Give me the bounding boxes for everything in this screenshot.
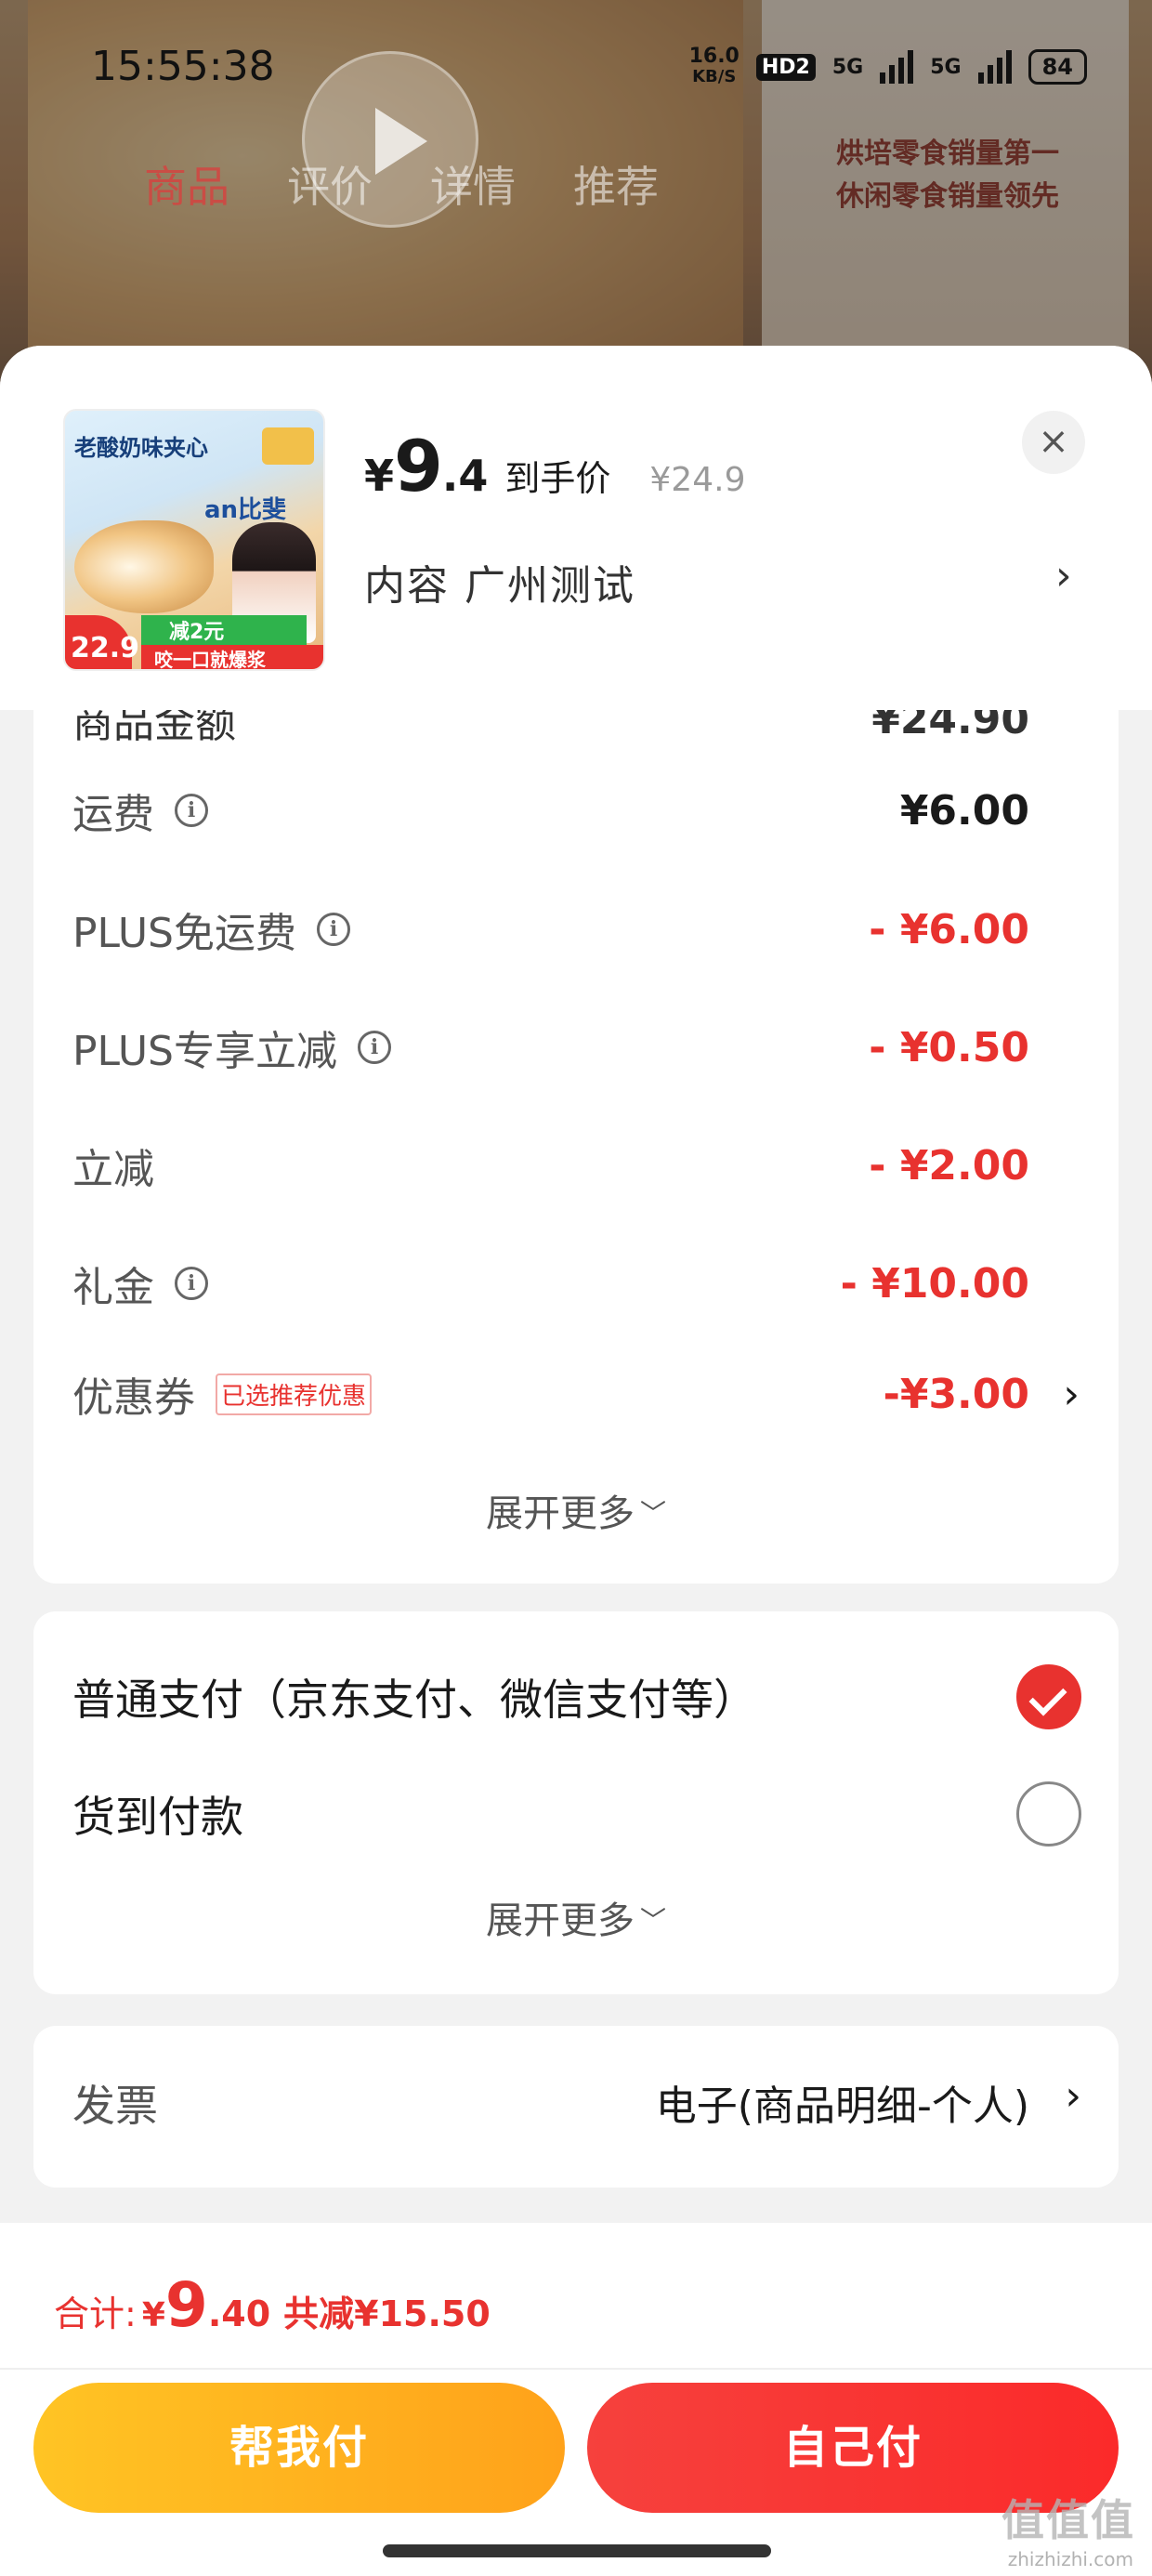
close-button[interactable]: ×	[1022, 411, 1085, 474]
product-tabs: 商品 评价 详情 推荐	[144, 153, 659, 215]
original-price: ¥24.9	[649, 461, 746, 499]
order-total: 合计: ¥ 9 .40 共减¥15.50	[54, 2269, 491, 2341]
price-row-value: -¥3.00	[883, 1370, 1029, 1418]
status-icons: 16.0 KB/S HD2 5G 5G 84	[689, 46, 1087, 87]
thumb-slogan: 咬一口就爆浆	[141, 645, 323, 669]
total-saved: 共减¥15.50	[283, 2293, 491, 2334]
payment-option-normal[interactable]: 普通支付（京东支付、微信支付等）	[72, 1660, 1081, 1734]
price-row-label: PLUS免运费	[72, 910, 296, 957]
thumb-award-badge	[262, 427, 314, 465]
total-decimal: .40	[207, 2293, 271, 2334]
price-row-value: - ¥10.00	[840, 1259, 1029, 1308]
tab-reviews: 评价	[287, 162, 373, 212]
price-row-label: 立减	[72, 1146, 154, 1193]
product-thumbnail[interactable]: 老酸奶味夹心 an比斐 22.9 减2元 咬一口就爆浆	[63, 409, 325, 671]
radio-checked-icon[interactable]	[1016, 1664, 1081, 1729]
price-row-label: 礼金	[72, 1264, 154, 1311]
chevron-right-icon[interactable]: ›	[1063, 1371, 1080, 1418]
expand-more-button[interactable]: 展开更多 ﹀	[33, 1890, 1119, 1944]
tab-details: 详情	[430, 162, 516, 212]
price-row-value: - ¥0.50	[869, 1023, 1029, 1071]
chevron-right-icon[interactable]: ›	[1065, 2072, 1081, 2120]
payment-option-cod[interactable]: 货到付款	[72, 1777, 1081, 1851]
price-details-card: 商品金额 ¥24.90 运费 i ¥6.00 PLUS免运费 i - ¥6.00 P…	[33, 710, 1119, 1584]
battery-icon: 84	[1028, 49, 1087, 85]
price-row-label: 优惠券	[72, 1374, 195, 1422]
price-row-label: 商品金额	[72, 710, 236, 747]
payment-method-card: 普通支付（京东支付、微信支付等） 货到付款 展开更多 ﹀	[33, 1611, 1119, 1994]
price-row-instant-discount: 立减 - ¥2.00	[72, 1128, 1029, 1203]
total-label: 合计:	[54, 2293, 137, 2334]
recommended-coupon-tag: 已选推荐优惠	[216, 1373, 373, 1415]
thumb-discount: 减2元	[141, 615, 307, 645]
thumb-price: 22.9	[65, 615, 139, 669]
price-row-plus-discount: PLUS专享立减 i - ¥0.50	[72, 1010, 1029, 1084]
thumb-bread-image	[74, 520, 214, 613]
info-icon[interactable]: i	[175, 1267, 208, 1300]
sheet-header: 老酸奶味夹心 an比斐 22.9 减2元 咬一口就爆浆 ¥ 9 .4 到手价 ¥…	[0, 346, 1152, 710]
divider	[0, 2368, 1152, 2370]
price-row-label: 运费	[72, 791, 154, 838]
network-speed-unit: KB/S	[692, 67, 737, 86]
status-time: 15:55:38	[91, 43, 275, 90]
price-row-value: - ¥6.00	[869, 905, 1029, 953]
watermark-url: zhizhizhi.com	[1007, 2548, 1133, 2570]
chevron-down-icon: ﹀	[639, 1905, 666, 1936]
chevron-down-icon: ﹀	[639, 1498, 666, 1529]
price-row-goods-amount: 商品金额 ¥24.90	[72, 710, 1029, 756]
chevron-right-icon[interactable]: ›	[1055, 552, 1072, 599]
watermark: 值值值	[1001, 2495, 1135, 2545]
signal-label-1: 5G	[831, 55, 864, 79]
price-label: 到手价	[504, 458, 611, 499]
price-row-shipping: 运费 i ¥6.00	[72, 773, 1029, 848]
info-icon[interactable]: i	[317, 913, 350, 946]
price-row-plus-free-shipping: PLUS免运费 i - ¥6.00	[72, 892, 1029, 966]
invoice-value: 电子(商品明细-个人)	[655, 2083, 1029, 2130]
network-speed: 16.0 KB/S	[689, 46, 740, 87]
price-row-value: ¥6.00	[899, 786, 1029, 835]
total-integer: 9	[164, 2269, 208, 2341]
info-icon[interactable]: i	[175, 794, 208, 827]
price-row-coupon[interactable]: 优惠券 已选推荐优惠 -¥3.00 ›	[72, 1357, 1080, 1431]
payment-option-label: 普通支付（京东支付、微信支付等）	[72, 1675, 756, 1725]
total-currency: ¥	[141, 2296, 165, 2334]
price-row-value: - ¥2.00	[869, 1141, 1029, 1189]
expand-more-label: 展开更多	[485, 1899, 635, 1942]
thumb-brand: an比斐	[204, 496, 287, 524]
signal-icon	[880, 50, 914, 84]
payment-option-label: 货到付款	[72, 1792, 243, 1842]
home-indicator[interactable]	[383, 2544, 771, 2557]
status-bar: 15:55:38 16.0 KB/S HD2 5G 5G 84	[0, 37, 1152, 102]
price-row-label: PLUS专享立减	[72, 1028, 337, 1075]
price-row-value: ¥24.90	[871, 710, 1029, 743]
spec-selector[interactable]: 内容 广州测试	[364, 552, 635, 611]
price-decimal: .4	[441, 451, 489, 501]
price-row-gift-money: 礼金 i - ¥10.00	[72, 1246, 1029, 1321]
signal-label-2: 5G	[930, 55, 962, 79]
price-integer: 9	[394, 425, 443, 507]
invoice-card[interactable]: 发票 电子(商品明细-个人) ›	[33, 2026, 1119, 2188]
tab-product: 商品	[144, 162, 229, 212]
expand-more-button[interactable]: 展开更多 ﹀	[33, 1483, 1119, 1537]
hd-icon: HD2	[755, 53, 816, 81]
tab-recommend: 推荐	[573, 162, 659, 212]
network-speed-value: 16.0	[688, 45, 740, 68]
bottom-action-bar: 合计: ¥ 9 .40 共减¥15.50 帮我付 自己付 值值值 zhizhiz…	[0, 2223, 1152, 2576]
invoice-label: 发票	[72, 2081, 158, 2131]
signal-icon	[977, 50, 1012, 84]
radio-unchecked-icon[interactable]	[1016, 1781, 1081, 1847]
thumb-title: 老酸奶味夹心	[74, 435, 208, 461]
expand-more-label: 展开更多	[485, 1492, 635, 1535]
price-currency: ¥	[364, 451, 395, 501]
help-pay-button[interactable]: 帮我付	[33, 2383, 565, 2513]
info-icon[interactable]: i	[358, 1031, 391, 1064]
final-price: ¥ 9 .4 到手价 ¥24.9	[364, 425, 745, 507]
